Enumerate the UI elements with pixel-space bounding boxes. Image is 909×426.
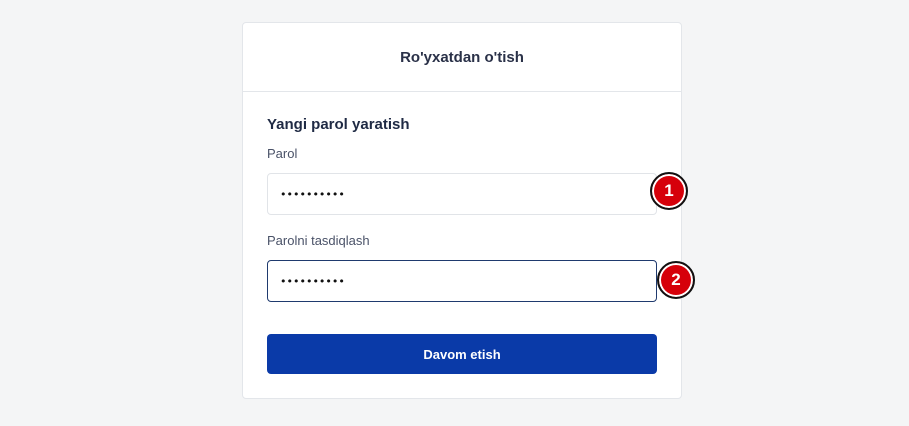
password-label: Parol — [267, 146, 298, 161]
confirm-password-input[interactable] — [267, 260, 657, 302]
password-input[interactable] — [267, 173, 657, 215]
card-header: Ro'yxatdan o'tish — [243, 23, 681, 92]
section-title: Yangi parol yaratish — [267, 116, 410, 133]
continue-button[interactable]: Davom etish — [267, 334, 657, 374]
registration-card: Ro'yxatdan o'tish Yangi parol yaratish P… — [242, 22, 682, 399]
page-title: Ro'yxatdan o'tish — [400, 48, 524, 66]
annotation-marker-2: 2 — [657, 261, 695, 299]
annotation-marker-1: 1 — [650, 172, 688, 210]
confirm-password-label: Parolni tasdiqlash — [267, 233, 370, 248]
